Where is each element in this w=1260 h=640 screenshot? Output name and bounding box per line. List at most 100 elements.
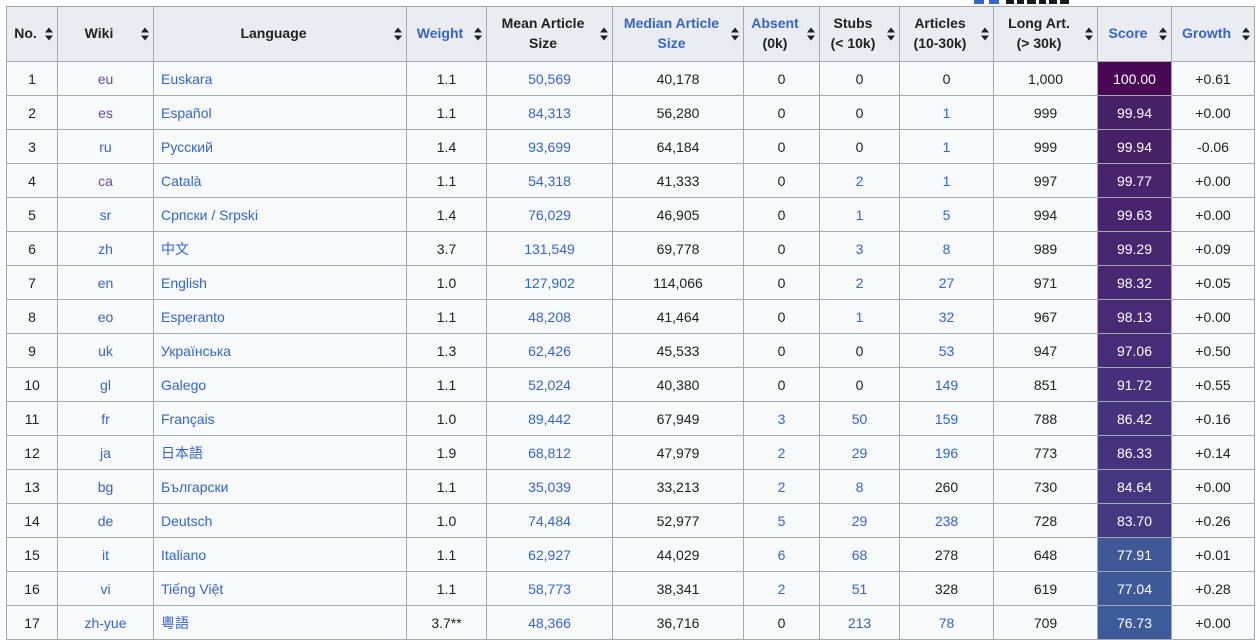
wiki-code-link[interactable]: eo xyxy=(98,309,114,325)
column-label[interactable]: Score xyxy=(1109,25,1148,41)
mean-article-size-link[interactable]: 89,442 xyxy=(528,411,571,427)
mean-article-size-link[interactable]: 76,029 xyxy=(528,207,571,223)
column-header-median[interactable]: Median Article Size xyxy=(612,6,744,62)
language-link[interactable]: Српски / Srpski xyxy=(161,207,258,223)
stubs-count-link[interactable]: 51 xyxy=(852,581,868,597)
column-header-longart[interactable]: Long Art. (> 30k) xyxy=(993,6,1098,62)
articles-count-link[interactable]: 32 xyxy=(939,309,955,325)
column-header-no[interactable]: No. xyxy=(6,6,58,62)
stubs-count-link[interactable]: 3 xyxy=(856,241,864,257)
column-header-articles[interactable]: Articles (10-30k) xyxy=(899,6,994,62)
wiki-code-link[interactable]: eu xyxy=(98,71,114,87)
sort-icon[interactable] xyxy=(473,27,482,41)
language-link[interactable]: Català xyxy=(161,173,201,189)
stubs-count-link[interactable]: 29 xyxy=(852,513,868,529)
stubs-count-link[interactable]: 1 xyxy=(856,309,864,325)
stubs-count-link[interactable]: 8 xyxy=(856,479,864,495)
column-label[interactable]: Median Article Size xyxy=(624,15,719,51)
absent-count-link[interactable]: 2 xyxy=(778,445,786,461)
column-label[interactable]: Weight xyxy=(417,25,463,41)
wiki-code-link[interactable]: en xyxy=(98,275,114,291)
sort-icon[interactable] xyxy=(44,27,53,41)
wiki-code-link[interactable]: zh-yue xyxy=(84,615,126,631)
sort-icon[interactable] xyxy=(1084,27,1093,41)
articles-count-link[interactable]: 196 xyxy=(935,445,958,461)
wiki-code-link[interactable]: uk xyxy=(98,343,113,359)
wiki-code-link[interactable]: zh xyxy=(98,241,113,257)
column-header-weight[interactable]: Weight xyxy=(406,6,487,62)
column-header-mean[interactable]: Mean Article Size xyxy=(486,6,613,62)
wiki-code-link[interactable]: vi xyxy=(100,581,110,597)
language-link[interactable]: Italiano xyxy=(161,547,206,563)
column-header-score[interactable]: Score xyxy=(1097,6,1172,62)
language-link[interactable]: 日本語 xyxy=(161,445,203,461)
mean-article-size-link[interactable]: 48,208 xyxy=(528,309,571,325)
column-header-language[interactable]: Language xyxy=(153,6,407,62)
mean-article-size-link[interactable]: 54,318 xyxy=(528,173,571,189)
wiki-code-link[interactable]: bg xyxy=(98,479,114,495)
articles-count-link[interactable]: 8 xyxy=(943,241,951,257)
sort-icon[interactable] xyxy=(1241,27,1250,41)
language-link[interactable]: Български xyxy=(161,479,228,495)
mean-article-size-link[interactable]: 74,484 xyxy=(528,513,571,529)
column-header-growth[interactable]: Growth xyxy=(1171,6,1255,62)
sort-icon[interactable] xyxy=(393,27,402,41)
stubs-count-link[interactable]: 2 xyxy=(856,275,864,291)
language-link[interactable]: 粵語 xyxy=(161,615,189,631)
language-link[interactable]: 中文 xyxy=(161,241,189,257)
language-link[interactable]: Español xyxy=(161,105,212,121)
mean-article-size-link[interactable]: 62,927 xyxy=(528,547,571,563)
mean-article-size-link[interactable]: 127,902 xyxy=(524,275,575,291)
wiki-code-link[interactable]: sr xyxy=(100,207,112,223)
mean-article-size-link[interactable]: 35,039 xyxy=(528,479,571,495)
stubs-count-link[interactable]: 213 xyxy=(848,615,871,631)
articles-count-link[interactable]: 53 xyxy=(939,343,955,359)
mean-article-size-link[interactable]: 52,024 xyxy=(528,377,571,393)
sort-icon[interactable] xyxy=(980,27,989,41)
sort-icon[interactable] xyxy=(730,27,739,41)
stubs-count-link[interactable]: 1 xyxy=(856,207,864,223)
mean-article-size-link[interactable]: 50,569 xyxy=(528,71,571,87)
column-header-stubs[interactable]: Stubs (< 10k) xyxy=(819,6,900,62)
column-label[interactable]: Absent xyxy=(751,15,798,31)
articles-count-link[interactable]: 149 xyxy=(935,377,958,393)
stubs-count-link[interactable]: 50 xyxy=(852,411,868,427)
articles-count-link[interactable]: 78 xyxy=(939,615,955,631)
wiki-code-link[interactable]: it xyxy=(102,547,109,563)
articles-count-link[interactable]: 1 xyxy=(943,139,951,155)
language-link[interactable]: Esperanto xyxy=(161,309,225,325)
mean-article-size-link[interactable]: 68,812 xyxy=(528,445,571,461)
mean-article-size-link[interactable]: 84,313 xyxy=(528,105,571,121)
wiki-code-link[interactable]: ru xyxy=(99,139,111,155)
articles-count-link[interactable]: 1 xyxy=(943,105,951,121)
wiki-code-link[interactable]: de xyxy=(98,513,114,529)
absent-count-link[interactable]: 2 xyxy=(778,581,786,597)
column-label[interactable]: Growth xyxy=(1182,25,1231,41)
mean-article-size-link[interactable]: 48,366 xyxy=(528,615,571,631)
column-header-wiki[interactable]: Wiki xyxy=(57,6,154,62)
articles-count-link[interactable]: 159 xyxy=(935,411,958,427)
stubs-count-link[interactable]: 68 xyxy=(852,547,868,563)
language-link[interactable]: Русский xyxy=(161,139,213,155)
wiki-code-link[interactable]: gl xyxy=(100,377,111,393)
mean-article-size-link[interactable]: 58,773 xyxy=(528,581,571,597)
wiki-code-link[interactable]: ja xyxy=(100,445,111,461)
language-link[interactable]: Українська xyxy=(161,343,231,359)
language-link[interactable]: Galego xyxy=(161,377,206,393)
wiki-code-link[interactable]: fr xyxy=(101,411,110,427)
mean-article-size-link[interactable]: 93,699 xyxy=(528,139,571,155)
absent-count-link[interactable]: 6 xyxy=(778,547,786,563)
language-link[interactable]: English xyxy=(161,275,207,291)
language-link[interactable]: Tiếng Việt xyxy=(161,581,223,597)
mean-article-size-link[interactable]: 62,426 xyxy=(528,343,571,359)
sort-icon[interactable] xyxy=(599,27,608,41)
sort-icon[interactable] xyxy=(140,27,149,41)
mean-article-size-link[interactable]: 131,549 xyxy=(524,241,575,257)
sort-icon[interactable] xyxy=(886,27,895,41)
articles-count-link[interactable]: 27 xyxy=(939,275,955,291)
absent-count-link[interactable]: 3 xyxy=(778,411,786,427)
sort-icon[interactable] xyxy=(806,27,815,41)
articles-count-link[interactable]: 1 xyxy=(943,173,951,189)
articles-count-link[interactable]: 5 xyxy=(943,207,951,223)
language-link[interactable]: Deutsch xyxy=(161,513,212,529)
